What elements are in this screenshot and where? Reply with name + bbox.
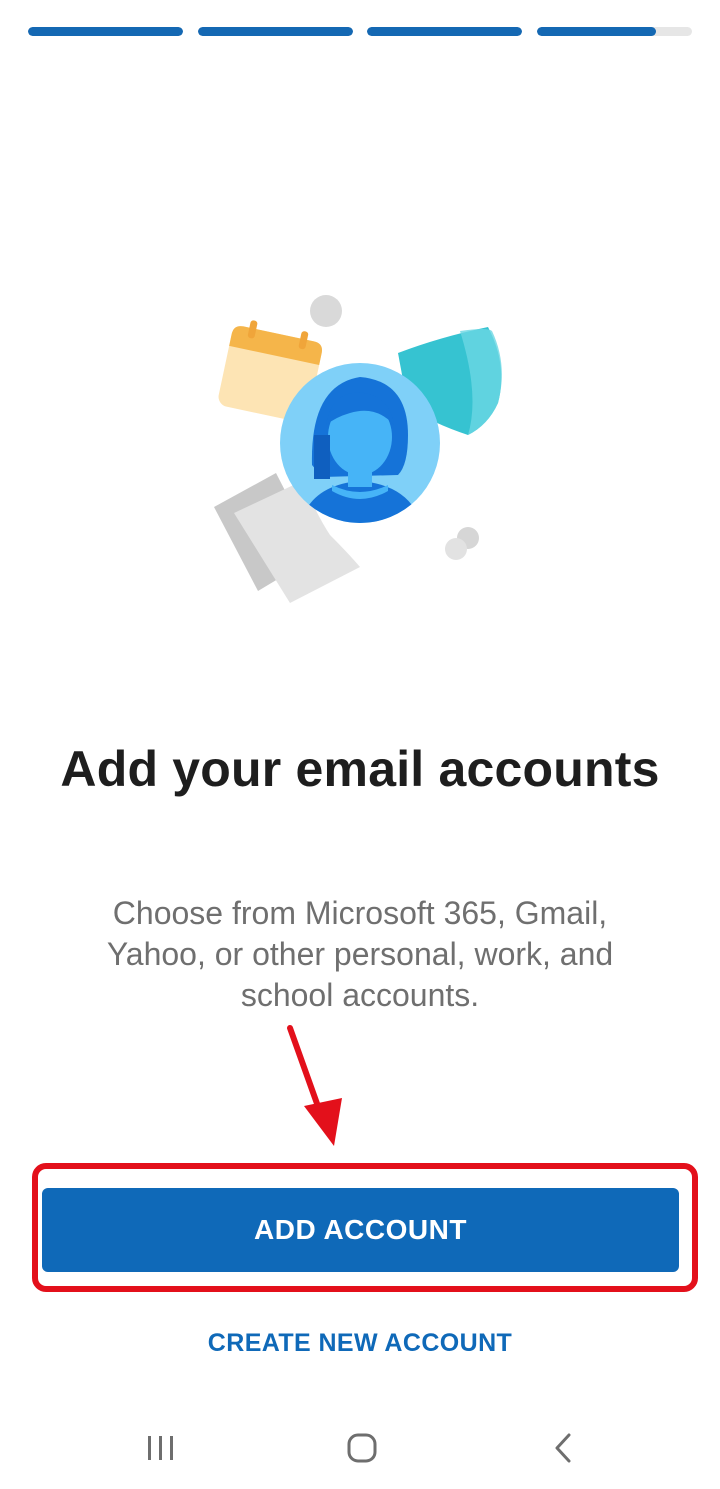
progress-step-1 <box>28 27 183 36</box>
progress-step-4 <box>537 27 692 36</box>
system-navigation-bar <box>0 1405 720 1489</box>
page-title: Add your email accounts <box>60 741 660 797</box>
progress-step-4-fill <box>537 27 657 36</box>
home-icon <box>347 1433 377 1463</box>
page-subtitle: Choose from Microsoft 365, Gmail, Yahoo,… <box>106 895 614 1013</box>
red-arrow-icon <box>287 1025 342 1146</box>
onboarding-progress-bar <box>28 27 692 36</box>
decor-circle-bottom-b <box>445 538 467 560</box>
create-new-account-link[interactable]: CREATE NEW ACCOUNT <box>160 1318 560 1368</box>
add-account-button[interactable]: ADD ACCOUNT <box>42 1188 679 1272</box>
back-button[interactable] <box>534 1423 594 1473</box>
recent-apps-icon <box>148 1436 173 1460</box>
back-icon <box>555 1433 571 1463</box>
home-button[interactable] <box>332 1423 392 1473</box>
recent-apps-button[interactable] <box>131 1423 191 1473</box>
email-accounts-illustration <box>214 295 502 603</box>
progress-step-3 <box>367 27 522 36</box>
progress-step-2-fill <box>198 27 353 36</box>
progress-step-2 <box>198 27 353 36</box>
progress-step-3-fill <box>367 27 522 36</box>
progress-step-1-fill <box>28 27 183 36</box>
decor-circle-top <box>310 295 342 327</box>
